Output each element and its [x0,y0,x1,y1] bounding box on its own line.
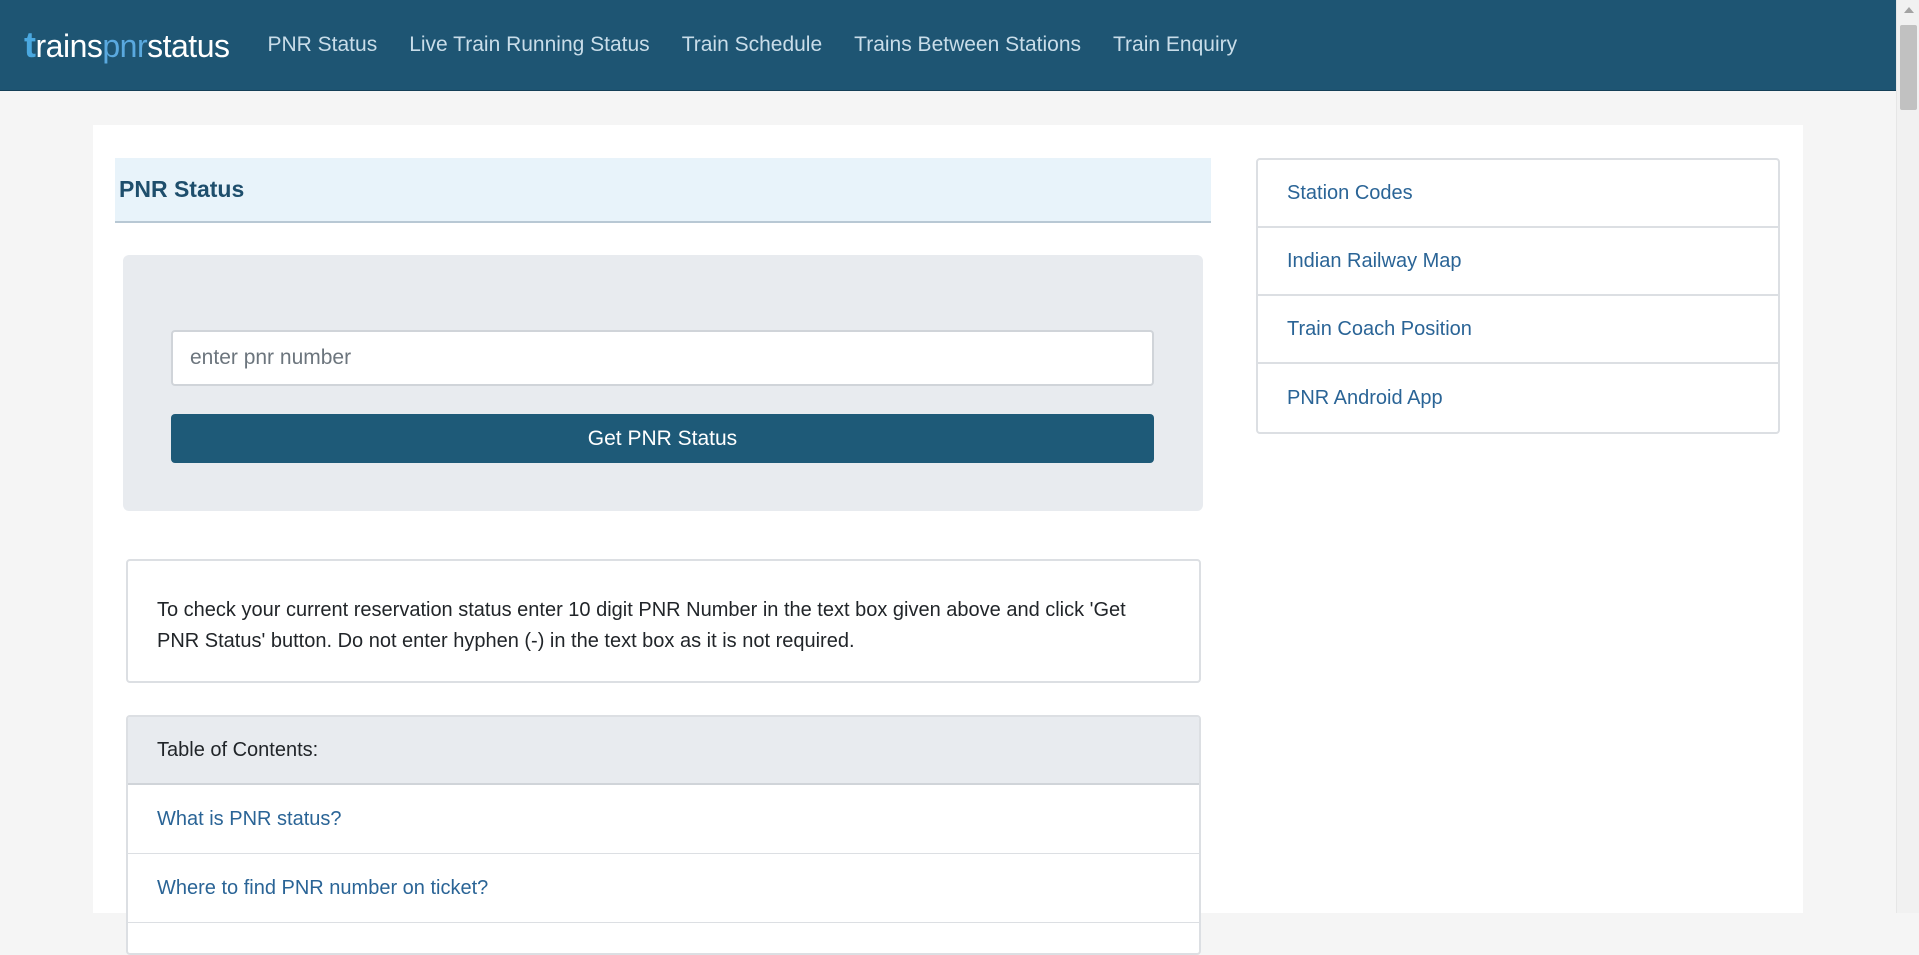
get-pnr-status-button[interactable]: Get PNR Status [171,414,1154,463]
nav-item-trains-between-stations[interactable]: Trains Between Stations [854,33,1081,57]
pnr-number-input[interactable] [171,330,1154,386]
page-title: PNR Status [119,176,245,202]
sidebar-item-station-codes[interactable]: Station Codes [1258,160,1778,228]
sidebar-item-pnr-android-app[interactable]: PNR Android App [1258,364,1778,432]
toc-item-what-is-pnr-status[interactable]: What is PNR status? [128,785,1199,854]
page-scrollbar[interactable] [1896,0,1919,913]
logo-text-trains: rains [35,28,103,64]
scroll-up-arrow-icon[interactable] [1904,7,1914,13]
nav-item-pnr-status[interactable]: PNR Status [267,33,377,57]
sidebar-item-indian-railway-map[interactable]: Indian Railway Map [1258,228,1778,296]
info-text: To check your current reservation status… [157,599,1126,652]
toc-header: Table of Contents: [128,717,1199,785]
page-container: PNR Status Get PNR Status To check your … [93,125,1803,955]
page-header: PNR Status [115,158,1211,223]
logo-text-pnr: pnr [102,28,148,64]
pnr-form: Get PNR Status [123,255,1203,511]
logo-letter-t: t [24,24,36,65]
nav-menu: PNR Status Live Train Running Status Tra… [251,33,1253,57]
sidebar-item-train-coach-position[interactable]: Train Coach Position [1258,296,1778,364]
nav-item-live-train-running-status[interactable]: Live Train Running Status [409,33,649,57]
site-logo[interactable]: t rains pnr status [24,24,230,66]
table-of-contents: Table of Contents: What is PNR status? W… [126,715,1201,955]
logo-text-status: status [147,28,230,64]
main-column: PNR Status Get PNR Status To check your … [115,158,1211,955]
info-card: To check your current reservation status… [126,559,1201,683]
top-navbar: t rains pnr status PNR Status Live Train Ru… [0,0,1896,91]
sidebar: Station Codes Indian Railway Map Train C… [1256,158,1780,434]
scrollbar-thumb[interactable] [1900,25,1917,110]
nav-item-train-enquiry[interactable]: Train Enquiry [1113,33,1237,57]
nav-item-train-schedule[interactable]: Train Schedule [682,33,822,57]
